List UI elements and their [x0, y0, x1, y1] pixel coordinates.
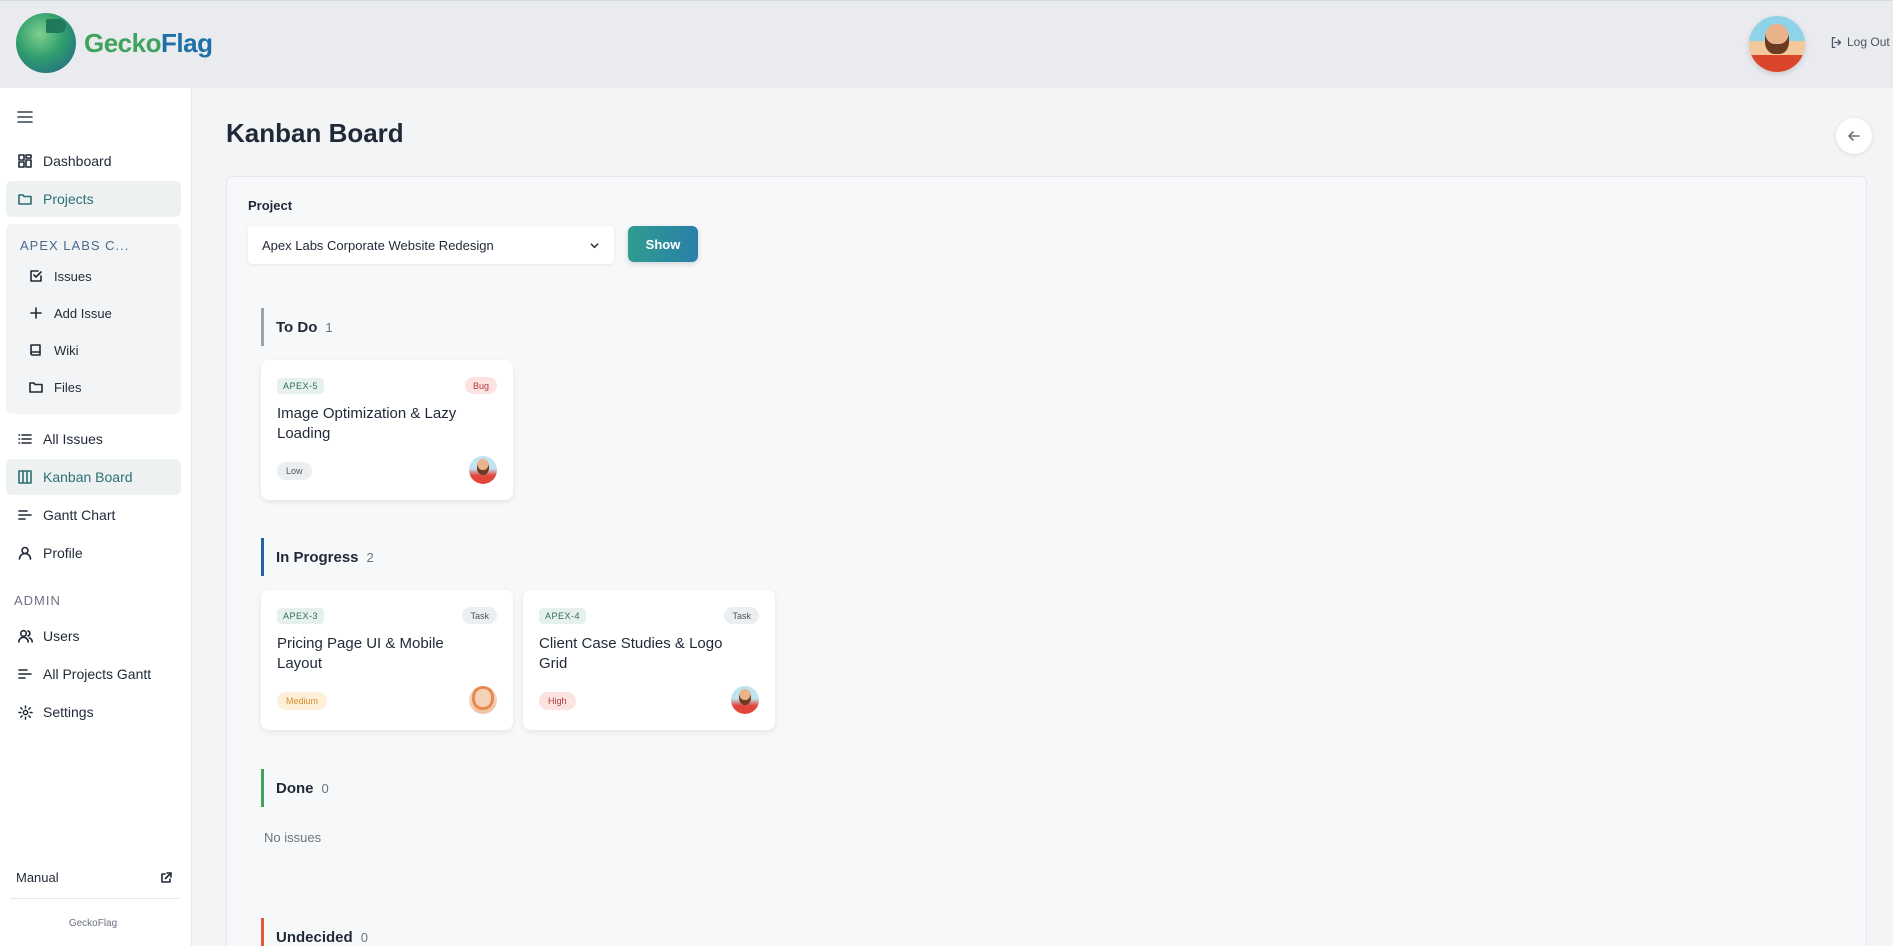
top-bar: GeckoFlag Log Out [0, 0, 1893, 88]
gantt-icon [17, 666, 33, 682]
gantt-icon [17, 507, 33, 523]
user-icon [17, 545, 33, 561]
issue-key-badge: APEX-4 [539, 608, 587, 624]
sidebar-item-label: All Issues [43, 431, 103, 447]
show-button[interactable]: Show [628, 226, 698, 262]
sidebar-divider [10, 898, 180, 899]
sidebar-item-wiki[interactable]: Wiki [28, 335, 79, 365]
sidebar-item-issues[interactable]: Issues [28, 261, 92, 291]
manual-link[interactable]: Manual [16, 870, 172, 885]
dashboard-icon [17, 153, 33, 169]
issue-key-badge: APEX-3 [277, 608, 325, 624]
sidebar-item-files[interactable]: Files [28, 372, 81, 402]
issue-title: Client Case Studies & Logo Grid [539, 635, 723, 672]
sidebar-item-projects[interactable]: Projects [6, 181, 181, 217]
sidebar-item-dashboard[interactable]: Dashboard [6, 143, 181, 179]
issue-title: Pricing Page UI & Mobile Layout [277, 635, 444, 672]
sidebar-item-label: Dashboard [43, 153, 112, 169]
project-select-value: Apex Labs Corporate Website Redesign [262, 237, 494, 253]
column-count: 1 [325, 319, 333, 335]
project-label: Project [248, 198, 293, 213]
priority-badge: Medium [277, 692, 328, 710]
manual-label: Manual [16, 870, 59, 885]
back-button[interactable] [1836, 118, 1872, 154]
logout-button[interactable]: Log Out [1830, 35, 1890, 49]
kanban-icon [17, 469, 33, 485]
sidebar-item-label: Files [54, 379, 82, 395]
sidebar-item-settings[interactable]: Settings [6, 694, 181, 730]
project-submenu: APEX LABS C... Issues Add Issue Wiki Fil… [6, 224, 181, 414]
admin-section-label: ADMIN [14, 593, 61, 608]
sidebar-item-label: Settings [43, 704, 94, 720]
sidebar-item-profile[interactable]: Profile [6, 535, 181, 571]
assignee-avatar [469, 686, 497, 714]
hamburger-icon [17, 111, 33, 123]
folder-icon [17, 191, 33, 207]
sidebar-footer: GeckoFlag [68, 918, 118, 929]
sidebar-item-all-projects-gantt[interactable]: All Projects Gantt [6, 656, 181, 692]
priority-badge: High [539, 692, 576, 710]
assignee-avatar [469, 456, 497, 484]
empty-column-text: No issues [264, 830, 322, 845]
column-title: Undecided [276, 928, 353, 946]
logo[interactable]: GeckoFlag [16, 13, 213, 73]
kanban-panel [226, 176, 1867, 946]
list-icon [17, 431, 33, 447]
users-icon [17, 628, 33, 644]
project-select[interactable]: Apex Labs Corporate Website Redesign [248, 226, 614, 264]
page-title: Kanban Board [226, 118, 404, 148]
logout-label: Log Out [1847, 35, 1890, 49]
issue-title: Image Optimization & Lazy Loading [277, 405, 457, 442]
sidebar: Dashboard Projects APEX LABS C... Issues… [0, 88, 192, 946]
sidebar-item-kanban-board[interactable]: Kanban Board [6, 459, 181, 495]
sidebar-item-label: Wiki [54, 342, 79, 358]
logout-icon [1831, 36, 1842, 48]
column-header-undecided: Undecided 0 [261, 918, 368, 946]
column-header-done: Done 0 [261, 769, 329, 807]
user-avatar[interactable] [1749, 16, 1805, 72]
folder-icon [28, 379, 44, 395]
column-title: In Progress [276, 548, 359, 566]
plus-icon [28, 305, 44, 321]
gecko-logo-icon [16, 13, 76, 73]
gear-icon [17, 704, 33, 720]
priority-badge: Low [277, 462, 312, 480]
check-square-icon [28, 268, 44, 284]
assignee-avatar [731, 686, 759, 714]
menu-toggle-button[interactable] [17, 108, 33, 129]
sidebar-item-label: Gantt Chart [43, 507, 116, 523]
book-icon [28, 342, 44, 358]
sidebar-item-add-issue[interactable]: Add Issue [28, 298, 112, 328]
column-header-to-do: To Do 1 [261, 308, 333, 346]
sidebar-item-label: Users [43, 628, 80, 644]
issue-card-apex-5[interactable]: APEX-5 Bug Image Optimization & Lazy Loa… [261, 360, 513, 500]
issue-card-apex-3[interactable]: APEX-3 Task Pricing Page UI & Mobile Lay… [261, 590, 513, 730]
chevron-down-icon [590, 242, 599, 248]
sidebar-item-label: Projects [43, 191, 94, 207]
column-count: 2 [366, 549, 374, 565]
column-header-in-progress: In Progress 2 [261, 538, 374, 576]
project-submenu-title: APEX LABS C... [20, 238, 130, 253]
sidebar-item-label: Issues [54, 268, 92, 284]
column-count: 0 [360, 929, 368, 945]
sidebar-item-label: Profile [43, 545, 83, 561]
arrow-left-icon [1848, 131, 1860, 141]
column-title: Done [276, 779, 314, 797]
issue-type-badge: Bug [464, 377, 497, 394]
issue-type-badge: Task [724, 607, 759, 624]
sidebar-item-gantt-chart[interactable]: Gantt Chart [6, 497, 181, 533]
sidebar-item-label: Kanban Board [43, 469, 133, 485]
sidebar-item-label: Add Issue [54, 305, 112, 321]
column-count: 0 [321, 780, 329, 796]
external-link-icon [161, 871, 172, 883]
sidebar-item-all-issues[interactable]: All Issues [6, 421, 181, 457]
sidebar-item-label: All Projects Gantt [43, 666, 152, 682]
issue-key-badge: APEX-5 [277, 378, 325, 394]
sidebar-item-users[interactable]: Users [6, 618, 181, 654]
issue-card-apex-4[interactable]: APEX-4 Task Client Case Studies & Logo G… [523, 590, 775, 730]
column-title: To Do [276, 318, 318, 336]
issue-type-badge: Task [462, 607, 497, 624]
brand-name: GeckoFlag [84, 27, 213, 58]
